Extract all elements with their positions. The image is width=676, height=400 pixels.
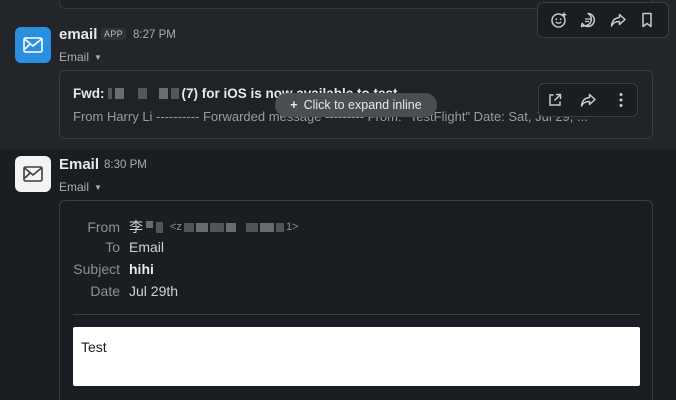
redacted-text — [146, 220, 153, 228]
subject-label: Subject — [73, 261, 120, 277]
email-app-icon — [23, 166, 43, 182]
subject-prefix: Fwd: — [73, 86, 105, 101]
to-label: To — [105, 239, 120, 255]
email-source-toggle[interactable]: Email ▼ — [59, 50, 102, 64]
redacted-text — [114, 88, 124, 99]
reply-thread-icon[interactable] — [577, 9, 599, 31]
redacted-text — [275, 222, 284, 232]
more-vertical-icon[interactable] — [610, 89, 632, 111]
redacted-text — [225, 222, 236, 232]
app-badge: APP — [101, 28, 126, 40]
email-card: From 李 <z 1> To Email Subject hihi Date … — [59, 200, 653, 400]
redacted-text — [137, 88, 147, 99]
redacted-text — [209, 222, 224, 232]
chevron-down-icon: ▼ — [94, 52, 102, 62]
from-address: <z 1> — [170, 221, 298, 233]
email-source-label: Email — [59, 180, 90, 194]
redacted-text — [170, 88, 179, 99]
sender-name[interactable]: email — [59, 26, 97, 43]
share-icon[interactable] — [607, 9, 629, 31]
plus-icon: + — [290, 98, 298, 112]
share-icon[interactable] — [577, 89, 599, 111]
from-address-close: 1> — [285, 221, 299, 233]
date-row: Date Jul 29th — [60, 283, 178, 299]
redacted-text — [156, 221, 163, 233]
to-value: Email — [129, 239, 165, 255]
message-actions-toolbar — [537, 2, 669, 38]
to-row: To Email — [60, 239, 164, 255]
from-row: From 李 <z 1> — [60, 217, 298, 237]
from-name: 李 — [129, 219, 143, 235]
from-label: From — [87, 219, 120, 235]
open-external-icon[interactable] — [544, 89, 566, 111]
message-row-1[interactable]: email APP 8:27 PM Email ▼ Fwd: (7) for i… — [0, 0, 676, 150]
redacted-text — [259, 222, 274, 232]
date-value: Jul 29th — [129, 283, 179, 299]
email-app-icon — [23, 37, 43, 53]
email-source-label: Email — [59, 50, 90, 64]
email-body: Test — [73, 327, 640, 386]
timestamp[interactable]: 8:27 PM — [133, 29, 176, 41]
avatar[interactable] — [15, 27, 51, 63]
expand-inline-button[interactable]: + Click to expand inline — [275, 93, 437, 117]
date-label: Date — [90, 283, 120, 299]
avatar[interactable] — [15, 156, 51, 192]
sender-name[interactable]: Email — [59, 156, 99, 173]
redacted-text — [245, 222, 258, 232]
redacted-text — [195, 222, 208, 232]
timestamp[interactable]: 8:30 PM — [104, 159, 147, 171]
redacted-text — [107, 88, 112, 99]
from-value: 李 <z 1> — [129, 217, 298, 237]
email-source-toggle[interactable]: Email ▼ — [59, 180, 102, 194]
from-address-open: <z — [170, 221, 182, 233]
subject-value: hihi — [129, 261, 154, 277]
divider — [73, 314, 640, 315]
redacted-text — [183, 222, 194, 232]
card-actions-toolbar — [538, 83, 638, 117]
chevron-down-icon: ▼ — [94, 182, 102, 192]
redacted-text — [158, 88, 168, 99]
subject-row: Subject hihi — [60, 261, 154, 277]
expand-inline-label: Click to expand inline — [303, 98, 422, 112]
emoji-reaction-icon[interactable] — [548, 9, 570, 31]
bookmark-icon[interactable] — [636, 9, 658, 31]
